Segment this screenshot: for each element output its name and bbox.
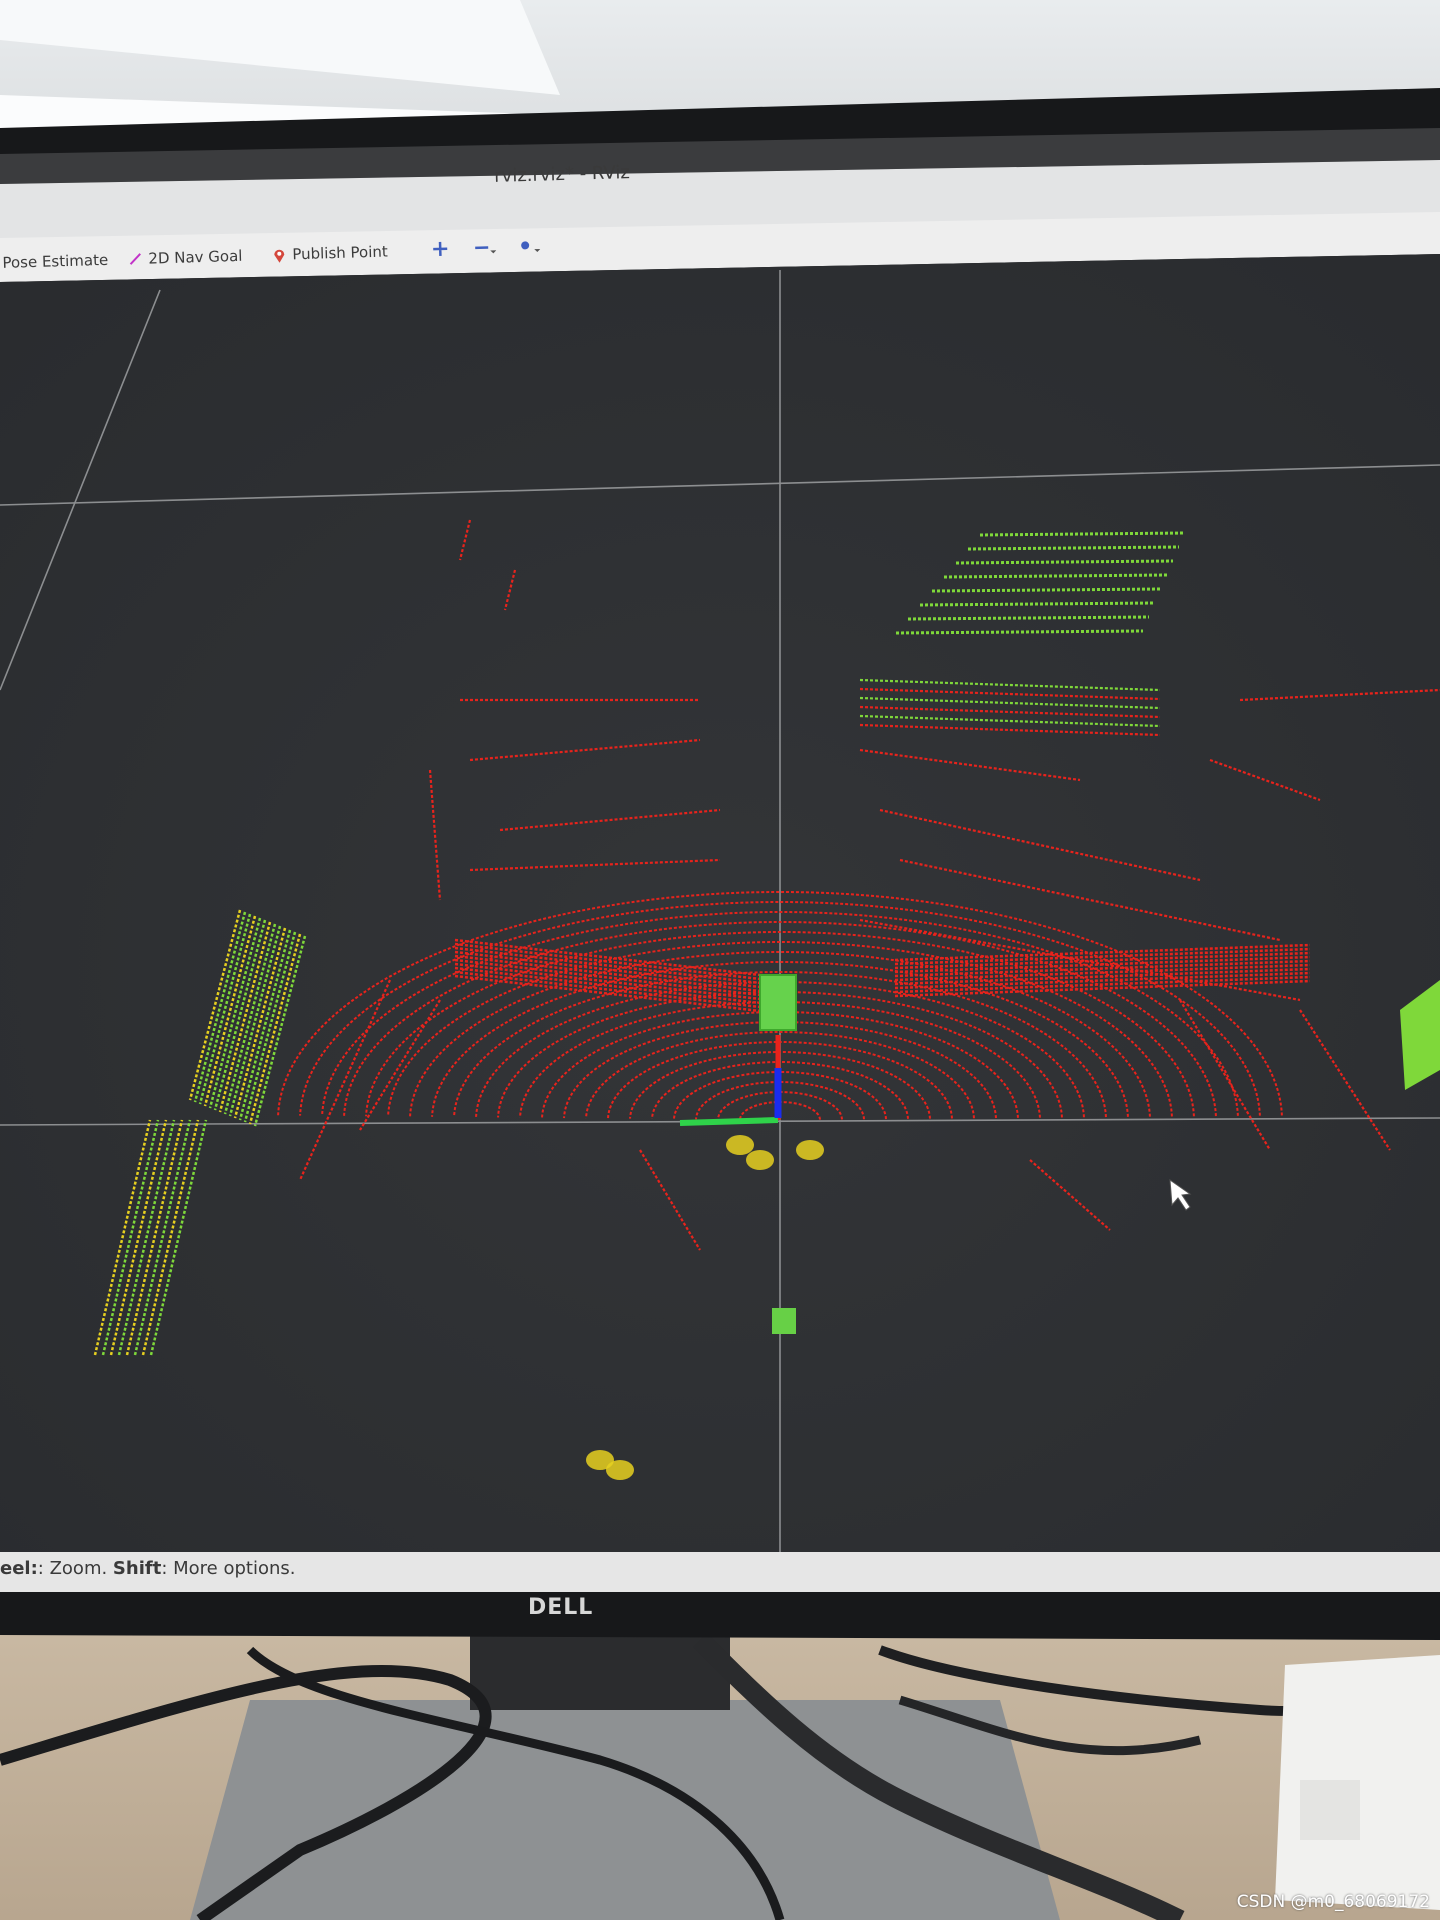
status-bold: Shift [112, 1558, 162, 1579]
tool-2d-nav-goal-label: 2D Nav Goal [148, 246, 243, 268]
watermark: CSDN @m0_68069172 [1236, 1892, 1430, 1912]
tool-remove[interactable] [474, 240, 497, 254]
point-cluster [746, 1150, 774, 1170]
photo-scene [0, 0, 1440, 1920]
tool-publish-point-label: Publish Point [292, 242, 389, 264]
point-cluster [606, 1460, 634, 1480]
tool-add[interactable] [432, 241, 448, 256]
eye-dropdown-icon [518, 238, 541, 253]
move-camera-plus-icon [432, 241, 448, 256]
point-cluster [726, 1135, 754, 1155]
map-pin-icon [272, 248, 286, 263]
point-cluster [796, 1140, 824, 1160]
tool-view[interactable] [518, 238, 541, 253]
dell-logo: DELL [528, 1595, 594, 1620]
tool-2d-nav-goal[interactable]: 2D Nav Goal [128, 247, 243, 268]
tool-pose-estimate[interactable]: Pose Estimate [2, 251, 108, 272]
3d-viewport[interactable] [0, 254, 1440, 1552]
tool-publish-point[interactable]: Publish Point [272, 243, 388, 264]
status-prefix: eel: [0, 1558, 38, 1579]
status-text-2: : More options. [161, 1558, 296, 1579]
nav-goal-arrow-icon [128, 252, 142, 266]
minus-dropdown-icon [474, 240, 497, 254]
status-text-1: : Zoom. [37, 1558, 113, 1579]
charger-label [1300, 1780, 1360, 1840]
tool-pose-estimate-label: Pose Estimate [2, 250, 109, 272]
status-text: eel:: Zoom. Shift: More options. [0, 1558, 295, 1579]
